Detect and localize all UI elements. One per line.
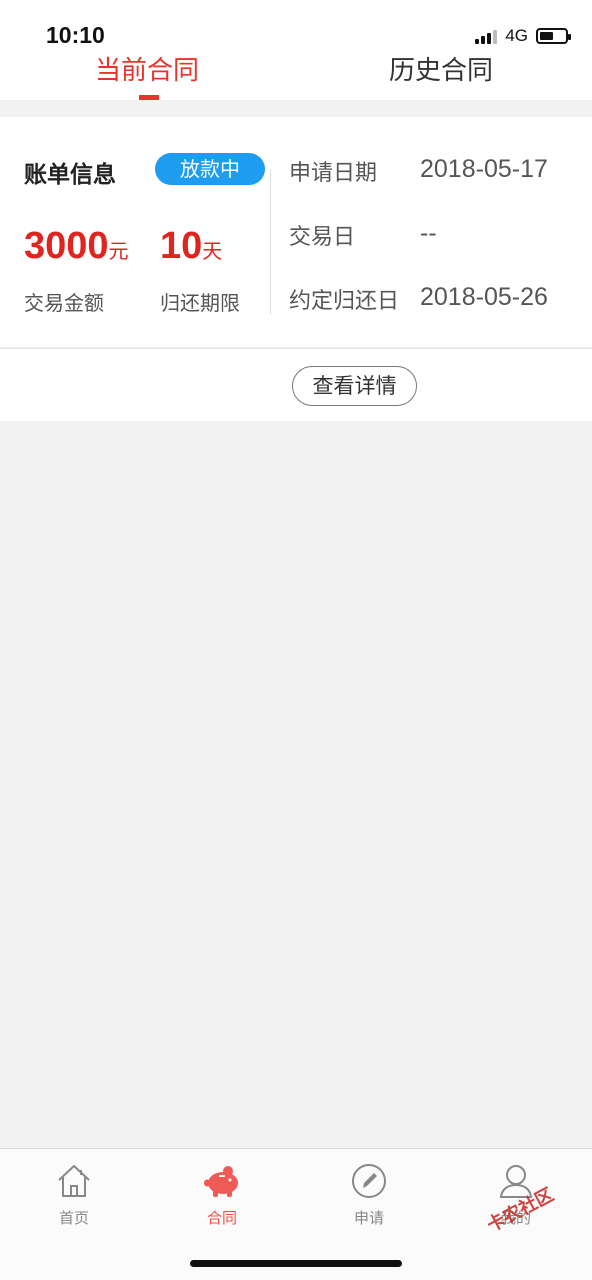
- trade-date-value: --: [420, 219, 437, 247]
- pencil-icon: [352, 1164, 386, 1198]
- status-badge: 放款中: [155, 153, 265, 185]
- tab-history-contract[interactable]: 历史合同: [389, 50, 493, 87]
- home-icon: [58, 1164, 90, 1197]
- tabbar-label-contract: 合同: [206, 1209, 237, 1227]
- amount-value: 3000元: [24, 225, 129, 268]
- term-label: 归还期限: [160, 291, 240, 315]
- term-value: 10天: [160, 225, 222, 268]
- due-date-value: 2018-05-26: [420, 283, 548, 311]
- amount-label: 交易金额: [24, 291, 104, 315]
- piggy-bank-icon: [204, 1166, 238, 1197]
- due-date-label: 约定归还日: [289, 289, 400, 314]
- top-bar: 10:10 4G 当前合同 历史合同: [0, 0, 592, 100]
- view-details-button[interactable]: 查看详情: [292, 366, 417, 406]
- tab-active-indicator: [139, 95, 159, 100]
- tabbar-label-home: 首页: [58, 1209, 89, 1227]
- status-indicators: 4G: [475, 26, 571, 46]
- tabbar-item-home[interactable]: 首页: [29, 1161, 119, 1228]
- network-type: 4G: [505, 26, 528, 45]
- tabbar-item-contract[interactable]: 合同: [177, 1161, 267, 1228]
- apply-date-value: 2018-05-17: [420, 155, 548, 183]
- term-number: 10: [160, 225, 203, 267]
- battery-icon: [536, 28, 571, 44]
- apply-date-label: 申请日期: [289, 161, 378, 186]
- amount-number: 3000: [24, 225, 109, 267]
- vertical-divider: [270, 169, 271, 314]
- bill-card: 账单信息 放款中 3000元 10天 交易金额 归还期限 申请日期 2018-0…: [0, 117, 592, 347]
- signal-icon: [475, 28, 498, 44]
- tabbar-label-apply: 申请: [353, 1209, 384, 1227]
- home-indicator: [190, 1260, 402, 1267]
- term-unit: 天: [202, 239, 223, 263]
- card-footer: 查看详情: [0, 348, 592, 421]
- amount-unit: 元: [108, 239, 129, 263]
- status-time: 10:10: [46, 22, 105, 48]
- bill-title: 账单信息: [24, 162, 116, 188]
- tab-current-contract[interactable]: 当前合同: [95, 50, 199, 87]
- tabbar-item-apply[interactable]: 申请: [324, 1161, 414, 1228]
- trade-date-label: 交易日: [289, 225, 356, 250]
